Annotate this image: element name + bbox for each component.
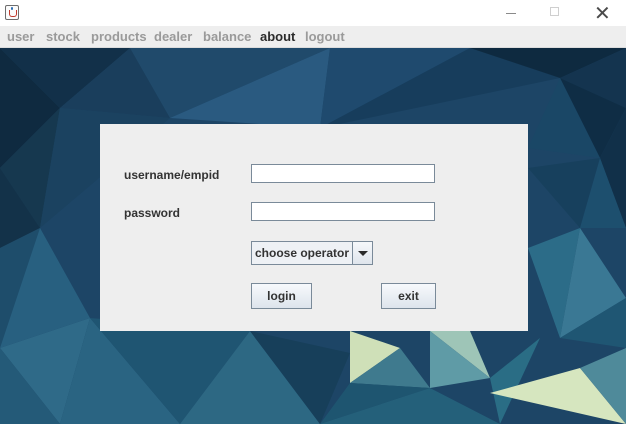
minimize-icon (506, 13, 516, 14)
menu-item-about[interactable]: about (260, 29, 295, 44)
menu-item-stock[interactable]: stock (46, 29, 80, 44)
minimize-button[interactable] (488, 0, 534, 26)
menu-bar: user stock products dealer balance about… (0, 26, 626, 48)
login-panel: username/empid password choose operator … (100, 124, 528, 331)
menu-item-balance[interactable]: balance (203, 29, 251, 44)
maximize-button[interactable] (532, 0, 578, 26)
java-cup-icon (5, 5, 19, 20)
login-button[interactable]: login (251, 283, 312, 309)
menu-item-logout[interactable]: logout (305, 29, 345, 44)
password-label: password (124, 206, 181, 220)
menu-item-dealer[interactable]: dealer (154, 29, 192, 44)
maximize-icon (550, 7, 559, 16)
dropdown-arrow-button[interactable] (352, 242, 372, 264)
close-button[interactable]: ✕ (578, 0, 624, 26)
menu-item-user[interactable]: user (7, 29, 34, 44)
operator-select[interactable]: choose operator (251, 241, 373, 265)
password-input[interactable] (251, 202, 435, 221)
title-bar: ✕ (0, 0, 626, 26)
operator-selected-value: choose operator (255, 246, 350, 260)
username-input[interactable] (251, 164, 435, 183)
menu-item-products[interactable]: products (91, 29, 147, 44)
chevron-down-icon (358, 251, 368, 256)
exit-button[interactable]: exit (381, 283, 436, 309)
username-label: username/empid (124, 168, 220, 182)
close-icon: ✕ (594, 1, 611, 25)
